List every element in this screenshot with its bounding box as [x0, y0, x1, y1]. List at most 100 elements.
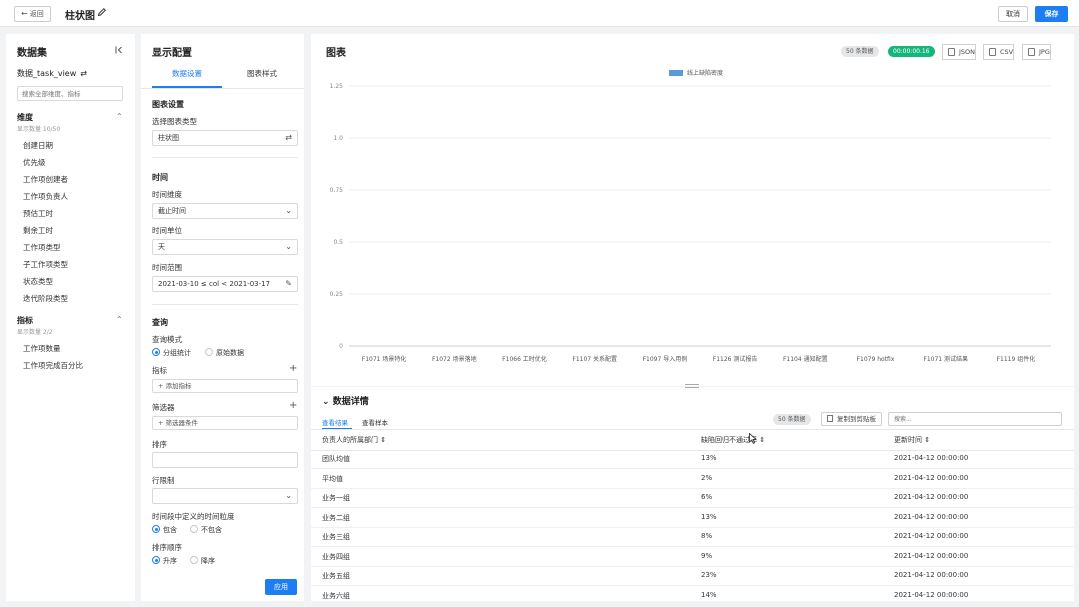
chart-type-label: 选择图表类型: [152, 117, 197, 126]
save-button[interactable]: 保存: [1035, 6, 1068, 22]
column-header-department[interactable]: 负责人的所属部门 ⇕: [322, 435, 386, 445]
metric-item[interactable]: 工作项数量: [23, 343, 61, 354]
y-tick-label: 0.5: [333, 239, 343, 246]
chevron-down-icon: ⌄: [285, 491, 292, 500]
x-tick-label: F1104 通知配置: [783, 355, 828, 363]
radio-ascending[interactable]: 升序: [152, 556, 177, 566]
query-time-badge: 00:00:00.16: [888, 46, 935, 57]
dataset-panel: 数据集 数据_task_view⇄ 维度 ⌃ 显示数量 10/50 创建日期 优…: [6, 34, 135, 601]
cell-department: 业务二组: [322, 514, 350, 522]
tab-chart-style[interactable]: 图表样式: [247, 68, 277, 79]
x-tick-label: F1079 hotfix: [857, 356, 895, 363]
dataset-title: 数据集: [17, 48, 47, 59]
tab-divider: [311, 429, 1074, 430]
tab-data-settings[interactable]: 数据设置: [172, 68, 202, 79]
apply-button[interactable]: 应用: [265, 579, 297, 595]
cell-updated: 2021-04-12 00:00:00: [894, 493, 969, 501]
radio-label: 降序: [201, 557, 215, 565]
cell-rate: 23%: [701, 571, 717, 579]
radio-exclude[interactable]: 不包含: [190, 525, 222, 535]
swap-icon[interactable]: ⇄: [80, 69, 87, 78]
metric-item[interactable]: 工作项完成百分比: [23, 360, 83, 371]
table-row: 业务三组 8% 2021-04-12 00:00:00: [311, 527, 1074, 547]
plus-icon: +: [158, 419, 166, 427]
dimension-item[interactable]: 创建日期: [23, 140, 53, 151]
export-label: JSON: [959, 48, 976, 56]
sort-icon: ⇕: [757, 436, 766, 444]
dimension-item[interactable]: 工作项类型: [23, 242, 61, 253]
time-range-label: 时间范围: [152, 263, 182, 272]
radio-group-stats[interactable]: 分组统计: [152, 348, 191, 358]
time-unit-select[interactable]: 天 ⌄: [152, 239, 298, 255]
x-tick-label: F1071 场景特化: [362, 355, 407, 363]
radio-label: 分组统计: [163, 349, 191, 357]
tab-results[interactable]: 查看结果: [322, 417, 348, 427]
radio-raw-data[interactable]: 原始数据: [205, 348, 244, 358]
resize-handle[interactable]: [685, 384, 699, 388]
image-icon: [1028, 48, 1035, 56]
row-count-badge: 50 条数据: [841, 46, 879, 57]
dimensions-title: 维度: [17, 113, 33, 122]
add-metric-button[interactable]: + 添加指标: [152, 379, 298, 393]
plus-icon[interactable]: +: [289, 400, 297, 411]
pencil-icon[interactable]: [97, 7, 107, 17]
dataset-name-label: 数据_task_view: [17, 69, 77, 78]
sort-input[interactable]: [152, 452, 298, 468]
dimension-item[interactable]: 工作项负责人: [23, 191, 68, 202]
dimension-item[interactable]: 剩余工时: [23, 225, 53, 236]
page-title: 柱状图: [65, 11, 95, 22]
cell-department: 业务五组: [322, 572, 350, 580]
chevron-up-icon[interactable]: ⌃: [116, 112, 123, 121]
copy-to-clipboard-button[interactable]: 复制到剪贴板: [821, 412, 882, 426]
dimension-item[interactable]: 预估工时: [23, 208, 53, 219]
dimension-item[interactable]: 优先级: [23, 157, 46, 168]
cell-updated: 2021-04-12 00:00:00: [894, 513, 969, 521]
export-csv-button[interactable]: CSV: [983, 44, 1015, 60]
cell-department: 业务一组: [322, 494, 350, 502]
cell-rate: 8%: [701, 532, 713, 540]
table-row: 业务六组 14% 2021-04-12 00:00:00: [311, 586, 1074, 606]
cell-department: 平均值: [322, 475, 343, 483]
chart-title: 图表: [326, 48, 346, 59]
row-limit-select[interactable]: ⌄: [152, 488, 298, 504]
plus-icon[interactable]: +: [289, 363, 297, 374]
time-unit-value: 天: [158, 243, 165, 251]
sort-order-label: 排序顺序: [152, 543, 182, 552]
details-title[interactable]: ⌄ 数据详情: [322, 394, 369, 407]
dataset-search-input[interactable]: [17, 86, 123, 101]
cell-updated: 2021-04-12 00:00:00: [894, 591, 969, 599]
time-dimension-select[interactable]: 截止时间 ⌄: [152, 203, 298, 219]
dataset-name[interactable]: 数据_task_view ⇄: [17, 68, 87, 79]
radio-include[interactable]: 包含: [152, 525, 177, 535]
x-tick-label: F1126 测试报告: [713, 355, 758, 363]
chart-type-select[interactable]: 柱状图 ⇄: [152, 130, 298, 146]
row-count-badge: 50 条数据: [773, 414, 811, 425]
dimension-item[interactable]: 子工作项类型: [23, 259, 68, 270]
add-filter-button[interactable]: + 筛选器条件: [152, 416, 298, 430]
time-range-field[interactable]: 2021-03-10 ≤ col < 2021-03-17 ✎: [152, 276, 298, 292]
cell-rate: 13%: [701, 454, 717, 462]
radio-unchecked-icon: [190, 525, 198, 533]
back-button[interactable]: ← 返回: [14, 6, 51, 22]
export-json-button[interactable]: JSON: [942, 44, 977, 60]
sort-icon: ⇕: [922, 436, 931, 444]
chevron-down-icon: ⌄: [285, 242, 292, 251]
column-header-updated[interactable]: 更新时间 ⇕: [894, 435, 930, 445]
radio-descending[interactable]: 降序: [190, 556, 215, 566]
chevron-up-icon[interactable]: ⌃: [116, 315, 123, 324]
export-label: CSV: [1000, 48, 1014, 56]
cell-department: 业务六组: [322, 592, 350, 600]
radio-checked-icon: [152, 556, 160, 564]
tab-samples[interactable]: 查看样本: [362, 417, 388, 427]
export-jpg-button[interactable]: JPG: [1022, 44, 1051, 60]
dimension-item[interactable]: 状态类型: [23, 276, 53, 287]
cancel-button[interactable]: 取消: [998, 6, 1028, 22]
radio-unchecked-icon: [205, 348, 213, 356]
radio-label: 不包含: [201, 526, 222, 534]
collapse-panel-icon[interactable]: [115, 46, 123, 54]
x-tick-label: F1066 工时优化: [502, 355, 547, 363]
dimension-item[interactable]: 迭代阶段类型: [23, 293, 68, 304]
copy-label: 复制到剪贴板: [837, 415, 876, 423]
dimension-item[interactable]: 工作项创建者: [23, 174, 68, 185]
details-search-input[interactable]: [888, 412, 1062, 426]
